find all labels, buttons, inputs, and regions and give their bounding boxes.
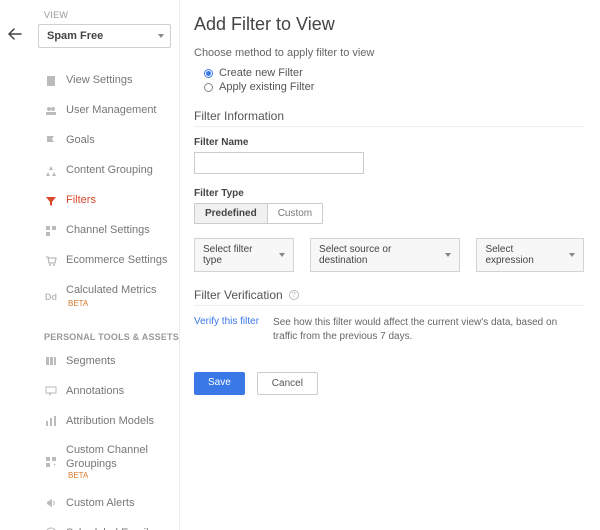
sidebar-item-ecommerce-settings[interactable]: Ecommerce Settings (30, 246, 179, 276)
view-select[interactable]: Spam Free (38, 24, 171, 48)
view-select-value: Spam Free (47, 30, 103, 42)
save-button[interactable]: Save (194, 372, 245, 395)
radio-create-new-filter[interactable]: Create new Filter (204, 67, 584, 79)
sidebar-item-label: Calculated Metrics (66, 284, 156, 296)
flag-icon (44, 134, 58, 148)
choose-method-label: Choose method to apply filter to view (194, 47, 584, 59)
radio-icon (204, 83, 213, 92)
grouping-icon (44, 164, 58, 178)
dropdown-expression[interactable]: Select expression (476, 238, 584, 272)
verify-description: See how this filter would affect the cur… (273, 316, 584, 344)
sidebar-item-calculated-metrics[interactable]: Dd Calculated Metrics BETA (30, 276, 179, 318)
chevron-down-icon (569, 253, 575, 257)
dropdown-label: Select filter type (203, 244, 271, 266)
annotation-icon (44, 384, 58, 398)
sidebar-item-view-settings[interactable]: View Settings (30, 66, 179, 96)
filter-type-segmented: Predefined Custom (194, 203, 323, 224)
sidebar: VIEW Spam Free View Settings User Manage… (30, 0, 180, 530)
sidebar-item-label: Attribution Models (66, 415, 154, 428)
filter-information-header: Filter Information (194, 109, 584, 127)
cart-icon (44, 254, 58, 268)
radio-label: Apply existing Filter (219, 81, 314, 93)
beta-badge: BETA (68, 471, 179, 481)
radio-apply-existing-filter[interactable]: Apply existing Filter (204, 81, 584, 93)
beta-badge: BETA (68, 299, 88, 308)
sidebar-item-label: Annotations (66, 385, 124, 398)
page-title: Add Filter to View (194, 14, 584, 35)
dropdown-label: Select expression (485, 244, 561, 266)
sidebar-item-channel-settings[interactable]: Channel Settings (30, 216, 179, 246)
main-content: Add Filter to View Choose method to appl… (180, 0, 600, 530)
segments-icon (44, 354, 58, 368)
people-icon (44, 104, 58, 118)
cancel-button[interactable]: Cancel (257, 372, 318, 395)
filter-name-input[interactable] (194, 152, 364, 174)
sidebar-item-label: Custom Alerts (66, 497, 134, 510)
filter-type-label: Filter Type (194, 188, 584, 199)
sidebar-item-custom-alerts[interactable]: Custom Alerts (30, 488, 179, 518)
back-button[interactable] (8, 28, 22, 40)
view-label: VIEW (44, 10, 179, 20)
help-icon[interactable]: ? (289, 290, 299, 300)
dropdown-source-destination[interactable]: Select source or destination (310, 238, 460, 272)
document-icon (44, 74, 58, 88)
svg-text:+: + (53, 463, 57, 468)
custom-channel-icon: + (44, 455, 58, 469)
radio-icon (204, 69, 213, 78)
filter-name-label: Filter Name (194, 137, 584, 148)
barchart-icon (44, 414, 58, 428)
sidebar-item-label: Custom Channel Groupings (66, 444, 179, 470)
dropdown-filter-type[interactable]: Select filter type (194, 238, 294, 272)
seg-custom[interactable]: Custom (267, 204, 322, 223)
chevron-down-icon (158, 34, 164, 38)
chevron-down-icon (445, 253, 451, 257)
channel-icon (44, 224, 58, 238)
radio-label: Create new Filter (219, 67, 303, 79)
sidebar-item-label: User Management (66, 104, 157, 117)
sidebar-item-goals[interactable]: Goals (30, 126, 179, 156)
filter-icon (44, 194, 58, 208)
sidebar-item-attribution-models[interactable]: Attribution Models (30, 406, 179, 436)
chevron-down-icon (279, 253, 285, 257)
sidebar-item-label: Filters (66, 194, 96, 207)
sidebar-item-filters[interactable]: Filters (30, 186, 179, 216)
megaphone-icon (44, 496, 58, 510)
sidebar-item-custom-channel-groupings[interactable]: + Custom Channel Groupings BETA (30, 436, 179, 488)
verify-filter-link[interactable]: Verify this filter (194, 316, 259, 344)
sidebar-item-annotations[interactable]: Annotations (30, 376, 179, 406)
sidebar-item-label: Content Grouping (66, 164, 153, 177)
filter-verification-header: Filter Verification ? (194, 288, 584, 306)
sidebar-item-user-management[interactable]: User Management (30, 96, 179, 126)
clock-icon (44, 526, 58, 530)
dropdown-label: Select source or destination (319, 244, 437, 266)
sidebar-item-label: Segments (66, 355, 116, 368)
calc-icon: Dd (44, 290, 58, 304)
sidebar-item-label: View Settings (66, 74, 132, 87)
sidebar-item-label: Ecommerce Settings (66, 254, 167, 267)
sidebar-item-segments[interactable]: Segments (30, 346, 179, 376)
sidebar-item-label: Goals (66, 134, 95, 147)
sidebar-item-scheduled-emails[interactable]: Scheduled Emails (30, 518, 179, 530)
seg-predefined[interactable]: Predefined (195, 204, 267, 223)
sidebar-item-label: Channel Settings (66, 224, 150, 237)
sidebar-section-header: PERSONAL TOOLS & ASSETS (44, 332, 179, 342)
sidebar-item-content-grouping[interactable]: Content Grouping (30, 156, 179, 186)
